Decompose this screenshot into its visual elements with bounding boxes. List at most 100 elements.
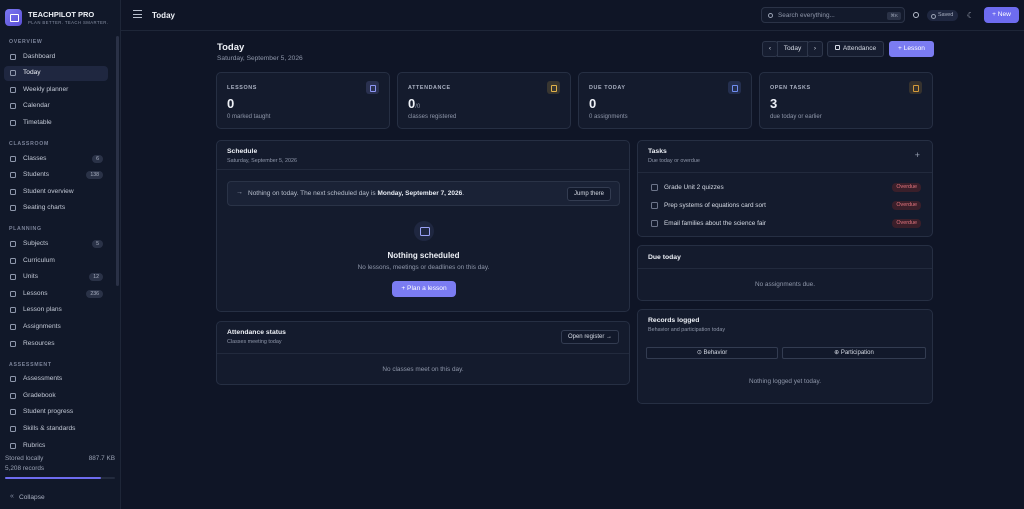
participation-tab[interactable]: ⊕ Participation	[782, 347, 926, 359]
stat-note: 0 assignments	[589, 114, 628, 120]
sidebar-item-assignments[interactable]: Assignments	[4, 319, 108, 334]
stat-note: classes registered	[408, 114, 457, 120]
attendance-empty: No classes meet on this day.	[382, 366, 464, 373]
sidebar-item-label: Assignments	[23, 322, 61, 330]
collapse-button[interactable]: « Collapse	[5, 492, 115, 504]
sidebar-item-skills-standards[interactable]: Skills & standards	[4, 421, 108, 436]
stat-card-due-today[interactable]: DUE TODAY 0 0 assignments	[578, 72, 752, 129]
sidebar-item-student-overview[interactable]: Student overview	[4, 184, 108, 199]
sidebar-item-label: Seating charts	[23, 204, 66, 212]
lessons-icon	[10, 290, 16, 297]
moon-icon[interactable]: ☾	[964, 9, 977, 22]
sidebar-item-label: Students	[23, 171, 50, 179]
new-button[interactable]: + New	[984, 7, 1019, 23]
sidebar-item-classes[interactable]: Classes 6	[4, 151, 108, 166]
schedule-title: Schedule	[227, 148, 258, 155]
behavior-tab[interactable]: ⊙ Behavior	[646, 347, 778, 359]
prev-day-button[interactable]: ‹	[762, 41, 778, 57]
sidebar-item-subjects[interactable]: Subjects 5	[4, 236, 108, 251]
sidebar-item-label: Skills & standards	[23, 424, 76, 432]
tasks-card: Tasks Due today or overdue + Grade Unit …	[637, 140, 933, 237]
storage-size: 887.7 KB	[88, 455, 115, 462]
tasks-title: Tasks	[648, 148, 667, 155]
brand-title: TEACHPILOT PRO	[28, 10, 95, 19]
count-badge: 12	[89, 273, 103, 282]
stat-value: 0	[227, 96, 235, 111]
divider	[638, 172, 932, 173]
sidebar-item-gradebook[interactable]: Gradebook	[4, 388, 108, 403]
next-day-notice: → Nothing on today. The next scheduled d…	[227, 181, 620, 206]
overdue-badge: Overdue	[892, 183, 921, 192]
sidebar-item-weekly-planner[interactable]: Weekly planner	[4, 82, 108, 97]
sidebar-item-label: Dashboard	[23, 52, 56, 60]
menu-icon[interactable]	[133, 10, 142, 19]
sidebar-item-lessons[interactable]: Lessons 236	[4, 286, 108, 301]
sidebar-item-calendar[interactable]: Calendar	[4, 99, 108, 114]
add-lesson-button[interactable]: + Lesson	[889, 41, 934, 57]
search-input[interactable]: Search everything... ⌘K	[761, 7, 905, 23]
next-day-button[interactable]: ›	[807, 41, 823, 57]
gradebook-icon	[10, 392, 16, 399]
storage-records: 5,208 records	[5, 465, 45, 472]
topbar-title: Today	[152, 11, 175, 20]
sidebar-section-heading: ASSESSMENT	[9, 361, 52, 368]
stat-card-lessons[interactable]: LESSONS 0 0 marked taught	[216, 72, 390, 129]
sidebar-item-seating-charts[interactable]: Seating charts	[4, 201, 108, 216]
task-label: Grade Unit 2 quizzes	[664, 184, 724, 191]
task-row[interactable]: Prep systems of equations card sort Overd…	[651, 200, 921, 212]
due-stat-icon	[728, 81, 741, 94]
count-badge: 6	[92, 154, 103, 163]
main-content: Today Saturday, September 5, 2026 ‹ Toda…	[121, 31, 1024, 509]
attendance-button[interactable]: Attendance	[827, 41, 884, 57]
sidebar-item-rubrics[interactable]: Rubrics	[4, 438, 108, 453]
sidebar-item-resources[interactable]: Resources	[4, 336, 108, 351]
calendar-icon	[414, 221, 434, 241]
sidebar-item-students[interactable]: Students 138	[4, 168, 108, 183]
task-checkbox[interactable]	[651, 184, 658, 191]
calendar-check-icon	[834, 45, 840, 50]
chevron-left-icon: «	[10, 493, 14, 500]
sidebar-item-timetable[interactable]: Timetable	[4, 115, 108, 130]
sidebar-item-today[interactable]: Today	[4, 65, 108, 81]
overdue-badge: Overdue	[892, 201, 921, 210]
collapse-label: Collapse	[19, 494, 45, 501]
plan-lesson-button[interactable]: + Plan a lesson	[392, 281, 456, 297]
search-icon	[768, 12, 773, 18]
records-subtitle: Behavior and participation today	[648, 327, 726, 333]
rubric-icon	[10, 442, 16, 449]
sidebar-item-units[interactable]: Units 12	[4, 270, 108, 285]
sidebar-item-dashboard[interactable]: Dashboard	[4, 49, 108, 64]
due-today-card: Due today No assignments due.	[637, 245, 933, 301]
sidebar-item-label: Weekly planner	[23, 85, 69, 93]
sidebar-item-curriculum[interactable]: Curriculum	[4, 253, 108, 268]
brand-logo-icon	[5, 9, 22, 26]
stat-note: 0 marked taught	[227, 114, 271, 120]
add-task-button[interactable]: +	[915, 150, 920, 160]
sidebar-item-label: Student progress	[23, 408, 74, 416]
count-badge: 138	[86, 171, 103, 180]
stat-card-open-tasks[interactable]: OPEN TASKS 3 due today or earlier	[759, 72, 933, 129]
next-scheduled-date: Monday, September 7, 2026	[377, 190, 463, 197]
stat-value: 0/0	[408, 96, 421, 111]
attendance-status-card: Attendance status Classes meeting today …	[216, 321, 630, 385]
sidebar-item-label: Timetable	[23, 118, 52, 126]
task-checkbox[interactable]	[651, 220, 658, 227]
open-register-button[interactable]: Open register →	[560, 330, 619, 344]
task-checkbox[interactable]	[651, 202, 658, 209]
sidebar-item-assessments[interactable]: Assessments	[4, 372, 108, 387]
sidebar-item-label: Assessments	[23, 375, 63, 383]
search-icon-button[interactable]	[909, 9, 922, 22]
sidebar-scrollbar[interactable]	[116, 36, 119, 286]
sidebar-item-student-progress[interactable]: Student progress	[4, 405, 108, 420]
task-row[interactable]: Email families about the science fair Ove…	[651, 218, 921, 230]
stat-card-attendance[interactable]: ATTENDANCE 0/0 classes registered	[397, 72, 571, 129]
task-row[interactable]: Grade Unit 2 quizzes Overdue	[651, 182, 921, 194]
jump-there-button[interactable]: Jump there	[566, 187, 611, 201]
sidebar-item-label: Student overview	[23, 187, 74, 195]
sidebar-item-label: Curriculum	[23, 256, 55, 264]
folder-icon	[10, 340, 16, 347]
today-button[interactable]: Today	[777, 41, 808, 57]
sidebar-item-lesson-plans[interactable]: Lesson plans	[4, 303, 108, 318]
records-title: Records logged	[648, 317, 700, 324]
user-icon	[10, 188, 16, 195]
